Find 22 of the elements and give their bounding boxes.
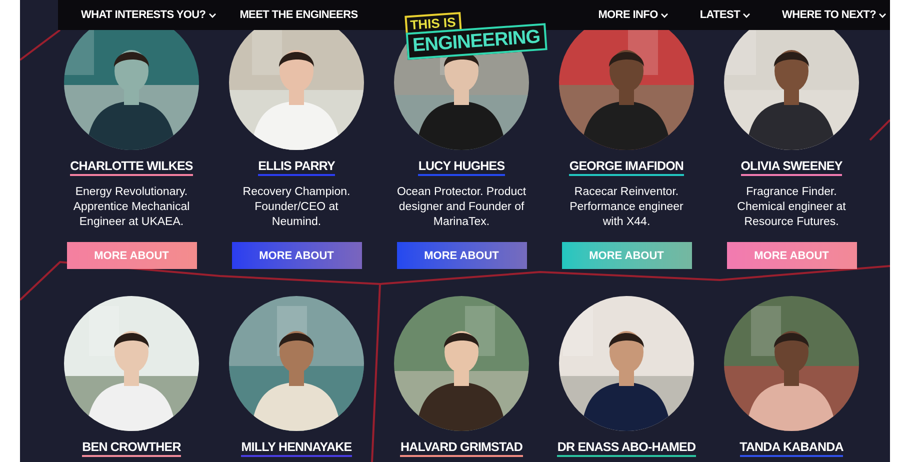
engineer-name[interactable]: TANDA KABANDA	[740, 440, 844, 457]
engineer-name[interactable]: CHARLOTTE WILKES	[70, 159, 193, 176]
nav-link[interactable]: LATEST	[700, 9, 750, 21]
engineer-name[interactable]: OLIVIA SWEENEY	[740, 159, 842, 176]
engineer-description: Fragrance Finder. Chemical engineer at Resource Futures.	[736, 185, 847, 230]
engineer-description: Ocean Protector. Product designer and Founder of MarinaTex.	[396, 185, 528, 230]
more-about-button[interactable]: MORE ABOUT	[232, 242, 362, 269]
engineer-name[interactable]: HALVARD GRIMSTAD	[400, 440, 523, 457]
engineer-name[interactable]: DR ENASS ABO-HAMED	[557, 440, 696, 457]
nav-link[interactable]: WHERE TO NEXT?	[782, 9, 886, 21]
engineer-description: Racecar Reinventor. Performance engineer with X44.	[568, 185, 684, 230]
engineer-name[interactable]: LUCY HUGHES	[418, 159, 505, 176]
engineer-name[interactable]: BEN CROWTHER	[82, 440, 181, 457]
more-about-button[interactable]: MORE ABOUT	[396, 242, 526, 269]
nav-link[interactable]: WHAT INTERESTS YOU?	[81, 9, 216, 21]
engineer-description: Recovery Champion. Founder/CEO at Neumind.	[242, 185, 352, 230]
nav-link[interactable]: MEET THE ENGINEERS	[240, 9, 358, 21]
engineer-name[interactable]: ELLIS PARRY	[258, 159, 335, 176]
nav-link[interactable]: MORE INFO	[598, 9, 668, 21]
engineer-name[interactable]: MILLY HENNAYAKE	[241, 440, 352, 457]
engineer-description: Energy Revolutionary. Apprentice Mechanical Engineer at UKAEA.	[72, 185, 191, 230]
engineer-name[interactable]: GEORGE IMAFIDON	[569, 159, 684, 176]
